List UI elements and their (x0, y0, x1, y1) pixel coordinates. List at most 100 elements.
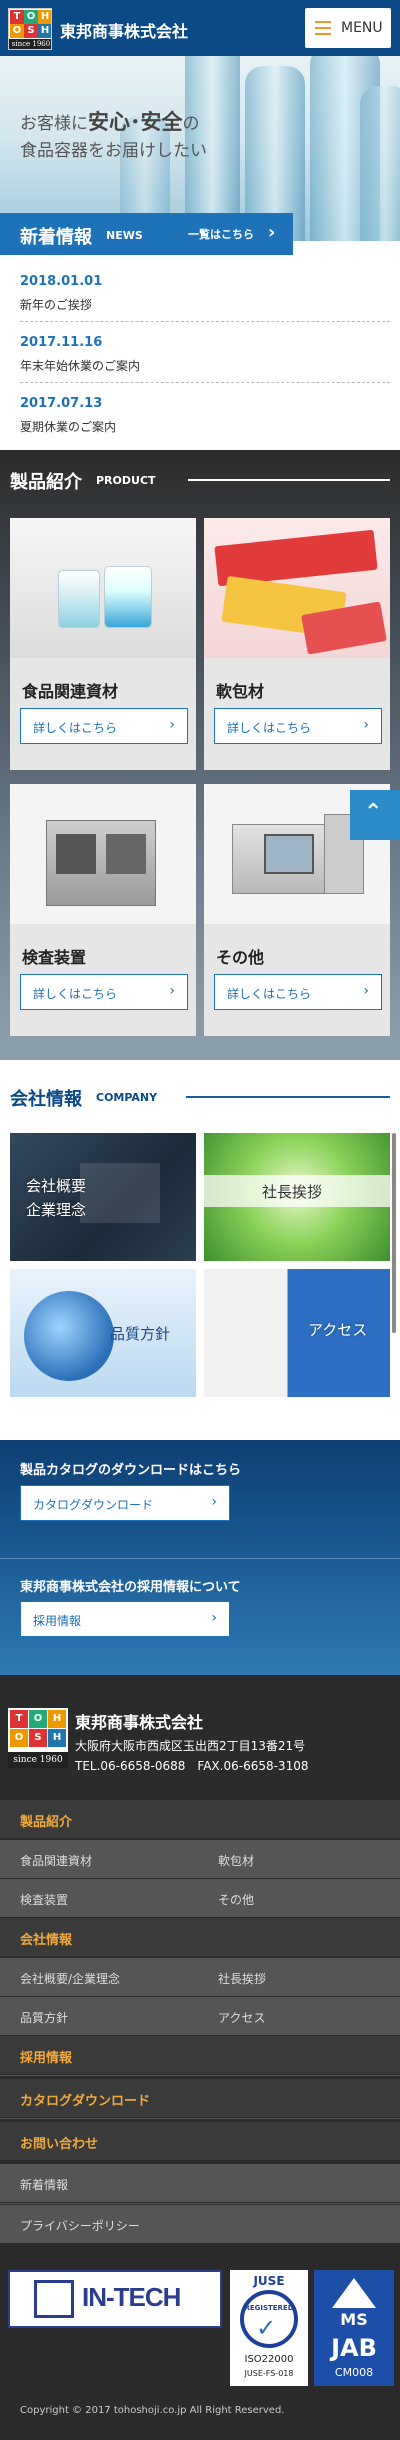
chevron-up-icon: ⌃ (364, 800, 383, 825)
juse-code: JUSE-FS-018 (244, 2369, 294, 2378)
details-label: 詳しくはこちら (227, 721, 312, 735)
tile-label: 会社概要 (26, 1177, 87, 1195)
product-card-packaging[interactable]: 軟包材 詳しくはこちら › (204, 518, 390, 770)
divider (0, 2118, 400, 2119)
footer-link[interactable]: 品質方針 (20, 2009, 68, 2026)
footer-link[interactable]: 新着情報 (20, 2176, 68, 2193)
news-text[interactable]: 新年のご挨拶 (20, 296, 92, 313)
machine-panel (56, 834, 96, 874)
menu-button[interactable]: MENU (305, 8, 391, 48)
cup-image (58, 570, 100, 628)
news-subtitle: NEWS (106, 229, 143, 242)
chevron-right-icon: › (169, 983, 175, 999)
footer-link[interactable]: アクセス (218, 2009, 265, 2026)
details-button[interactable]: 詳しくはこちら › (214, 708, 382, 744)
footer-nav-news[interactable]: 新着情報 (0, 2164, 400, 2202)
globe-image (24, 1291, 114, 1381)
news-text[interactable]: 夏期休業のご案内 (20, 418, 116, 435)
recruit-title: 東邦商事株式会社の採用情報について (20, 1580, 241, 1595)
news-all-link[interactable]: 一覧はこちら (188, 226, 254, 242)
details-label: 詳しくはこちら (33, 721, 118, 735)
nav-heading: 会社情報 (20, 1933, 73, 1948)
footer-nav-recruit[interactable]: 採用情報 (0, 2036, 400, 2074)
tile-access[interactable]: アクセス (204, 1269, 390, 1397)
footer-nav-row: 検査装置 その他 (0, 1879, 400, 1917)
logo-letter: H (48, 1710, 66, 1728)
footer-nav-catalog[interactable]: カタログダウンロード (0, 2079, 400, 2117)
product-card-inspection[interactable]: 検査装置 詳しくはこちら › (10, 784, 196, 1036)
footer-link[interactable]: 軟包材 (218, 1852, 254, 1869)
news-text[interactable]: 年末年始休業のご案内 (20, 357, 140, 374)
footer-nav-products-heading[interactable]: 製品紹介 (0, 1800, 400, 1838)
footer-logo[interactable]: T O H O S H since 1960 (8, 1708, 68, 1768)
footer-link[interactable]: その他 (218, 1891, 254, 1908)
logo-letter: O (10, 1729, 28, 1747)
tile-company-profile[interactable]: 会社概要 企業理念 (10, 1133, 196, 1261)
page-top-button[interactable]: ⌃ (350, 790, 400, 840)
chevron-right-icon[interactable]: › (268, 222, 275, 243)
menu-label: MENU (341, 20, 383, 36)
chevron-right-icon: › (169, 717, 175, 733)
tile-label: 社長挨拶 (262, 1183, 323, 1201)
news-item[interactable]: 2017.11.16 年末年始休業のご案内 (20, 323, 390, 383)
product-card-food[interactable]: 食品関連資材 詳しくはこちら › (10, 518, 196, 770)
logo-letter: T (10, 1710, 28, 1728)
hamburger-icon (315, 21, 331, 35)
footer-nav-company-heading[interactable]: 会社情報 (0, 1918, 400, 1956)
logo-letter: H (38, 24, 51, 38)
footer-nav-privacy[interactable]: プライバシーポリシー (0, 2205, 400, 2243)
tile-quality-policy[interactable]: 品質方針 (10, 1269, 196, 1397)
details-button[interactable]: 詳しくはこちら › (20, 708, 188, 744)
scrollbar[interactable] (392, 1133, 396, 1333)
footer-link[interactable]: 社長挨拶 (218, 1970, 266, 1987)
tile-label: 品質方針 (110, 1325, 171, 1343)
footer-nav-contact[interactable]: お問い合わせ (0, 2122, 400, 2160)
product-section: 製品紹介 PRODUCT 食品関連資材 詳しくはこちら › 軟包材 詳しくはこち… (0, 450, 400, 1060)
logo-letter: S (29, 1729, 47, 1747)
logo-since: since 1960 (9, 39, 51, 49)
details-label: 詳しくはこちら (33, 987, 118, 1001)
logo-letter: O (10, 24, 24, 38)
footer-tel: TEL.06-6658-0688 FAX.06-6658-3108 (75, 1759, 309, 1773)
intech-logo[interactable]: IN-TECH (8, 2270, 222, 2328)
divider (198, 1997, 199, 2035)
company-subtitle: COMPANY (96, 1091, 158, 1104)
divider (198, 1840, 199, 1878)
catalog-download-button[interactable]: カタログダウンロード › (20, 1485, 230, 1521)
news-date: 2017.07.13 (20, 396, 103, 411)
jab-text: JAB (331, 2334, 377, 2362)
footer-link[interactable]: プライバシーポリシー (20, 2217, 140, 2234)
jab-triangle (332, 2278, 376, 2308)
footer-nav-row: 食品関連資材 軟包材 (0, 1840, 400, 1878)
catalog-section: 製品カタログのダウンロードはこちら カタログダウンロード › 東邦商事株式会社の… (0, 1440, 400, 1675)
footer-nav-row: 品質方針 アクセス (0, 1997, 400, 2035)
jab-code: CM008 (334, 2366, 374, 2379)
machine-panel (106, 834, 146, 874)
cup-image (104, 566, 152, 628)
tile-president-message[interactable]: 社長挨拶 (204, 1133, 390, 1261)
product-image (10, 518, 196, 658)
site-title[interactable]: 東邦商事株式会社 (60, 18, 188, 42)
logo-letter: H (38, 10, 51, 24)
product-name: 食品関連資材 (22, 682, 119, 701)
recruit-button[interactable]: 採用情報 › (20, 1601, 230, 1637)
tile-label: アクセス (308, 1321, 368, 1339)
news-item[interactable]: 2017.07.13 夏期休業のご案内 (20, 384, 390, 444)
details-button[interactable]: 詳しくはこちら › (214, 974, 382, 1010)
equipment-screen (264, 834, 314, 874)
company-logo[interactable]: T O H O S H since 1960 (8, 8, 52, 50)
company-section: 会社情報 COMPANY 会社概要 企業理念 社長挨拶 品質方針 アクセス (0, 1060, 400, 1440)
footer-link[interactable]: 会社概要/企業理念 (20, 1970, 120, 1987)
footer-link[interactable]: 食品関連資材 (20, 1852, 92, 1869)
news-title: 新着情報 (20, 227, 92, 248)
divider (188, 479, 390, 481)
chevron-right-icon: › (211, 1610, 217, 1626)
catalog-title: 製品カタログのダウンロードはこちら (20, 1463, 242, 1478)
details-button[interactable]: 詳しくはこちら › (20, 974, 188, 1010)
juse-registered: REGISTERED (244, 2304, 294, 2312)
footer-nav-row: 会社概要/企業理念 社長挨拶 (0, 1958, 400, 1996)
news-item[interactable]: 2018.01.01 新年のご挨拶 (20, 262, 390, 322)
product-image (204, 518, 390, 658)
footer-link[interactable]: 検査装置 (20, 1891, 68, 1908)
hero-tagline-2: 食品容器をお届けしたい (20, 141, 207, 161)
